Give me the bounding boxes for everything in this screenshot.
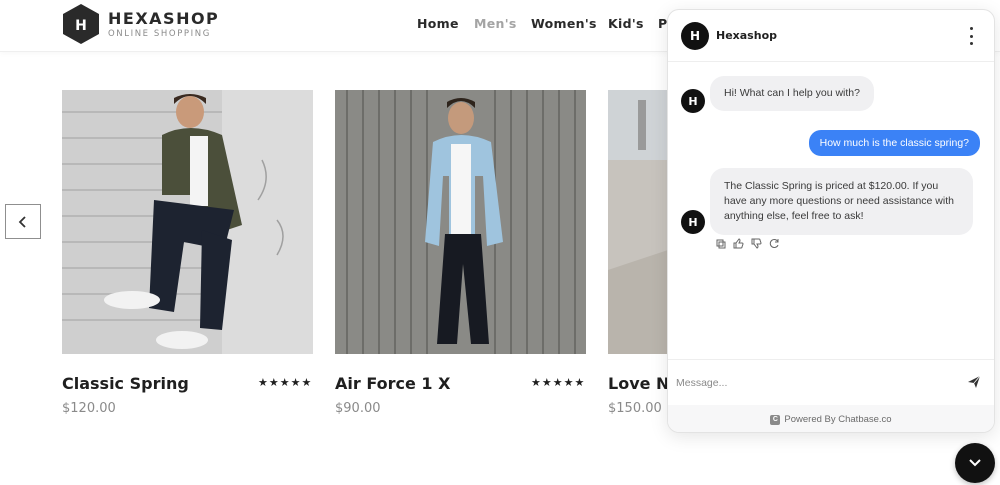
nav-kids[interactable]: Kid's (608, 16, 644, 31)
hexagon-logo-icon[interactable]: H (62, 3, 100, 45)
bot-message: Hi! What can I help you with? (710, 76, 874, 111)
chat-input-row (668, 359, 994, 405)
rating-stars: ★★★★★ (258, 376, 313, 389)
refresh-icon[interactable] (769, 238, 780, 249)
send-icon[interactable] (966, 374, 982, 390)
product-price: $120.00 (62, 401, 116, 416)
nav-home[interactable]: Home (417, 16, 459, 31)
product-price: $150.00 (608, 401, 662, 416)
chat-header: H Hexashop (668, 10, 994, 62)
powered-by-text[interactable]: Powered By Chatbase.co (784, 414, 891, 425)
chat-widget: H Hexashop H Hi! What can I help you wit… (667, 9, 995, 433)
chevron-down-icon (969, 459, 981, 467)
carousel-prev-button[interactable] (5, 204, 41, 239)
bot-message: The Classic Spring is priced at $120.00.… (710, 168, 973, 235)
product-image-air-force-1-x[interactable] (335, 90, 586, 354)
message-input[interactable] (676, 372, 946, 394)
copy-icon[interactable] (715, 238, 726, 249)
nav-womens[interactable]: Women's (531, 16, 597, 31)
product-image-classic-spring[interactable] (62, 90, 313, 354)
bot-avatar: H (681, 89, 705, 113)
message-actions (715, 238, 780, 249)
chevron-left-icon (18, 215, 26, 228)
logo-letter: H (75, 18, 87, 34)
product-image-love-nana[interactable] (608, 90, 668, 354)
user-message: How much is the classic spring? (808, 130, 980, 156)
brand-name[interactable]: HEXASHOP (108, 9, 219, 28)
chat-title: Hexashop (716, 29, 777, 42)
product-name[interactable]: Classic Spring (62, 374, 189, 393)
product-name[interactable]: Air Force 1 X (335, 374, 450, 393)
brand-tagline: ONLINE SHOPPING (108, 29, 211, 39)
thumbs-down-icon[interactable] (751, 238, 762, 249)
powered-by-footer: C Powered By Chatbase.co (668, 405, 994, 432)
chatbase-logo-icon: C (770, 414, 781, 425)
thumbs-up-icon[interactable] (733, 238, 744, 249)
chat-toggle-button[interactable] (955, 443, 995, 483)
chat-avatar: H (681, 22, 709, 50)
bot-avatar: H (681, 210, 705, 234)
kebab-menu-icon[interactable] (968, 27, 974, 45)
nav-mens[interactable]: Men's (474, 16, 517, 31)
product-price: $90.00 (335, 401, 381, 416)
rating-stars: ★★★★★ (531, 376, 586, 389)
